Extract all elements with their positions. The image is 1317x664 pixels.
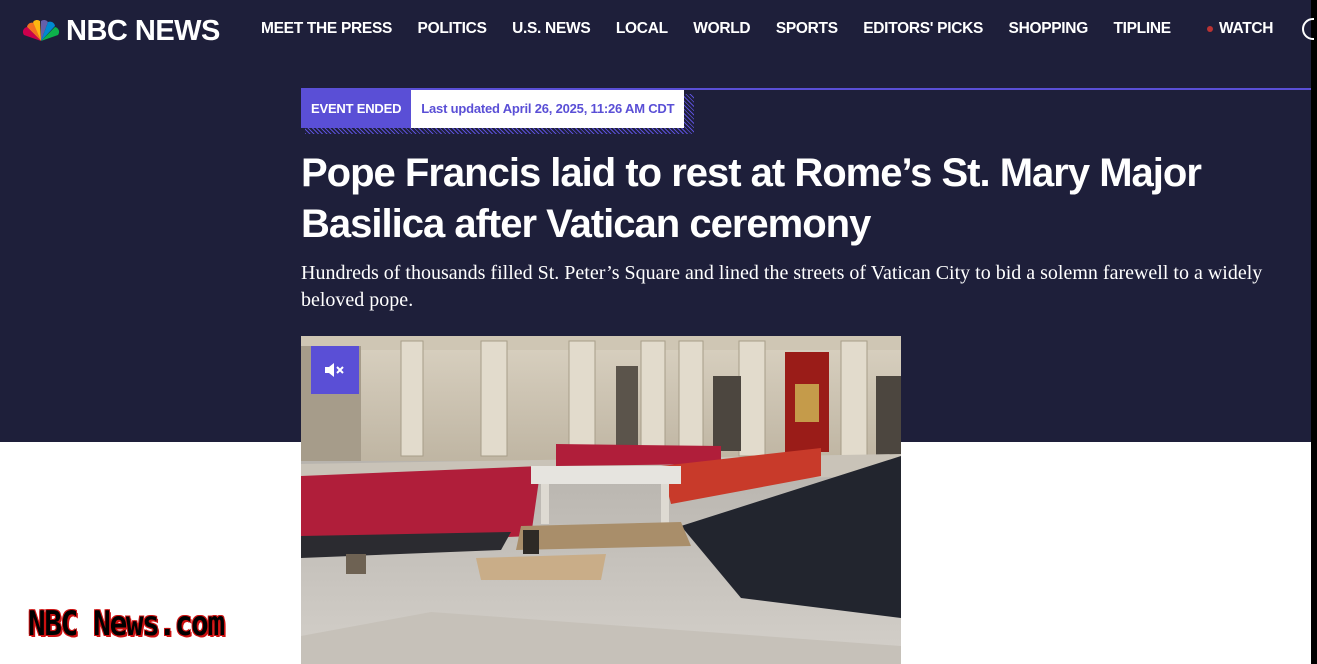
- nav-item-sports[interactable]: SPORTS: [776, 20, 838, 38]
- nav-item-politics[interactable]: POLITICS: [418, 20, 487, 38]
- article-headline: Pope Francis laid to rest at Rome’s St. …: [301, 151, 1202, 246]
- nbc-peacock-icon: [22, 20, 60, 41]
- nav-item-us-news[interactable]: U.S. NEWS: [512, 20, 591, 38]
- nav-item-tipline[interactable]: TIPLINE: [1113, 20, 1171, 38]
- nav-item-meet-the-press[interactable]: MEET THE PRESS: [261, 20, 392, 38]
- status-badge: EVENT ENDED: [301, 90, 412, 128]
- nav-item-world[interactable]: WORLD: [693, 20, 750, 38]
- nav-item-shopping[interactable]: SHOPPING: [1009, 20, 1089, 38]
- article-dek: Hundreds of thousands filled St. Peter’s…: [301, 262, 1263, 311]
- search-icon[interactable]: [1302, 18, 1314, 44]
- nav-item-editors-picks[interactable]: EDITORS' PICKS: [863, 20, 983, 38]
- mute-button[interactable]: [311, 346, 359, 394]
- watch-label: WATCH: [1219, 20, 1274, 37]
- watch-button[interactable]: WATCH: [1207, 20, 1273, 38]
- nav-item-local[interactable]: LOCAL: [616, 20, 668, 38]
- nbc-news-logo[interactable]: NBC NEWS: [22, 14, 220, 47]
- volume-mute-icon: [325, 363, 344, 377]
- video-frame-image: [301, 336, 901, 664]
- top-nav: NBC NEWS MEET THE PRESS POLITICS U.S. NE…: [0, 0, 1314, 62]
- window-edge: [1311, 0, 1317, 664]
- video-player[interactable]: [301, 336, 901, 664]
- logo-wordmark: NBC NEWS: [66, 14, 220, 47]
- event-status-bar: EVENT ENDED Last updated April 26, 2025,…: [301, 90, 685, 128]
- nav-menu: MEET THE PRESS POLITICS U.S. NEWS LOCAL …: [261, 20, 1196, 38]
- live-dot-icon: [1207, 26, 1213, 32]
- last-updated-timestamp: Last updated April 26, 2025, 11:26 AM CD…: [411, 90, 685, 128]
- watermark-text: NBC News.com: [28, 604, 225, 644]
